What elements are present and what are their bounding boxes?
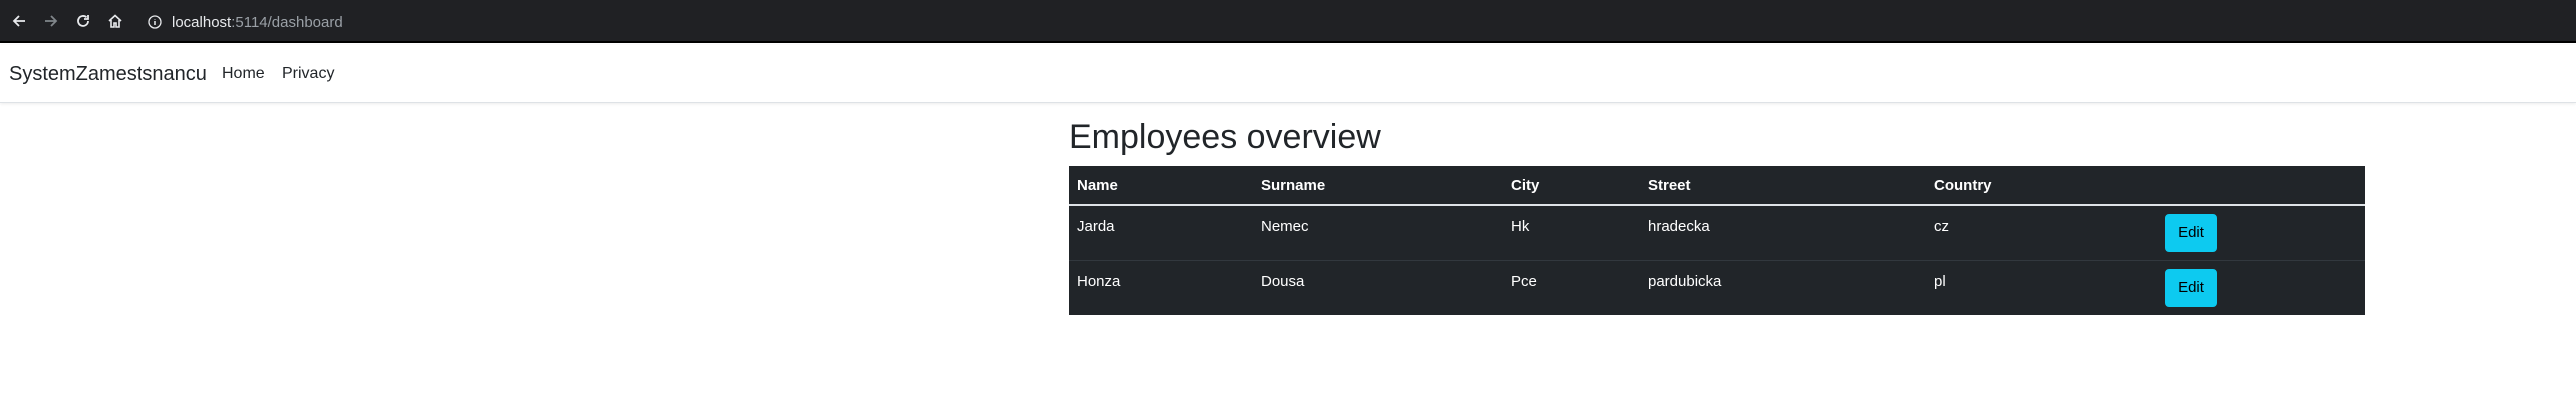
url-path: :5114/dashboard [231,13,343,31]
table-row: Jarda Nemec Hk hradecka cz Edit [1069,205,2365,261]
column-header-surname: Surname [1253,166,1503,206]
address-bar[interactable]: localhost:5114/dashboard [148,11,343,33]
employees-table: Name Surname City Street Country Jarda N… [1069,166,2365,315]
column-header-street: Street [1640,166,1926,206]
cell-country: cz [1926,205,2157,261]
back-arrow-icon[interactable] [8,10,30,32]
table-header: Name Surname City Street Country [1069,166,2365,206]
table-row: Honza Dousa Pce pardubicka pl Edit [1069,260,2365,315]
browser-toolbar: localhost:5114/dashboard [0,0,2576,43]
cell-surname: Dousa [1261,272,1305,290]
cell-street: hradecka [1640,205,1926,261]
employees-table-container: Name Surname City Street Country Jarda N… [1069,166,2365,315]
column-header-actions [2157,166,2365,206]
edit-button[interactable]: Edit [2165,213,2217,252]
cell-actions: Edit [2157,260,2365,315]
cell-name: Honza [1077,272,1121,290]
cell-city: Hk [1503,205,1640,261]
column-header-city: City [1503,166,1640,206]
forward-arrow-icon[interactable] [40,10,62,32]
app-navbar: SystemZamestsnancu Home Privacy [0,45,2576,103]
cell-country: pl [1934,272,1946,290]
reload-icon[interactable] [72,10,94,32]
info-icon[interactable] [148,15,162,29]
cell-name: Jarda [1069,205,1253,261]
nav-link-privacy[interactable]: Privacy [282,65,334,83]
nav-link-home[interactable]: Home [222,65,265,83]
edit-button[interactable]: Edit [2165,268,2217,307]
cell-actions: Edit [2157,205,2365,261]
cell-surname: Nemec [1253,205,1503,261]
cell-city: Pce [1511,272,1537,290]
home-icon[interactable] [104,10,126,32]
url-host: localhost [172,13,232,31]
page-title: Employees overview [1069,118,1381,156]
cell-street: pardubicka [1648,272,1722,290]
column-header-country: Country [1926,166,2157,206]
navbar-brand[interactable]: SystemZamestsnancu [9,63,207,86]
column-header-name: Name [1069,166,1253,206]
